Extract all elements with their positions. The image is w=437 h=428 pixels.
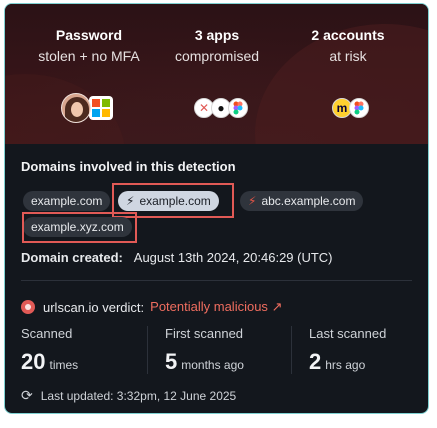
figma-icon	[349, 98, 369, 118]
domain-chip-label: example.com	[31, 194, 103, 208]
stat-accounts: 2 accounts at risk	[278, 26, 418, 66]
last-updated-text: Last updated: 3:32pm, 12 June 2025	[40, 388, 237, 403]
figma-icon	[228, 98, 248, 118]
first-scanned-unit: months ago	[181, 358, 244, 372]
domain-created: Domain created: August 13th 2024, 20:46:…	[21, 250, 333, 265]
scanned-label: Scanned	[21, 326, 73, 341]
domain-chip-label: example.com	[139, 194, 211, 208]
stat-title: 3 apps	[194, 27, 240, 43]
lightning-icon: ⚡	[126, 194, 135, 208]
domain-created-value: August 13th 2024, 20:46:29 (UTC)	[133, 250, 333, 265]
domain-chip-label: abc.example.com	[261, 194, 356, 208]
verdict-link[interactable]: Potentially malicious ↗	[150, 299, 282, 315]
detection-card: Password stolen + no MFA 3 apps compromi…	[4, 3, 429, 414]
last-scanned: Last scanned 2 hrs ago	[309, 326, 386, 375]
first-scanned: First scanned 5 months ago	[165, 326, 244, 375]
scanned-count: Scanned 20 times	[21, 326, 78, 375]
domain-created-label: Domain created:	[21, 250, 123, 265]
last-scanned-unit: hrs ago	[325, 358, 366, 372]
domain-chip-label: example.xyz.com	[31, 220, 124, 234]
first-scanned-label: First scanned	[165, 326, 244, 341]
domain-chip[interactable]: ⚡ abc.example.com	[240, 191, 364, 211]
domain-chip[interactable]: example.xyz.com	[23, 217, 132, 237]
stat-title: 2 accounts	[311, 27, 385, 43]
domain-chip-selected[interactable]: ⚡ example.com	[118, 191, 219, 211]
stat-title: Password	[55, 27, 123, 43]
stat-subtitle: compromised	[174, 48, 260, 64]
scanned-unit: times	[49, 358, 79, 372]
last-scanned-value: 2	[309, 349, 322, 374]
password-icons	[61, 92, 113, 124]
urlscan-verdict: urlscan.io verdict: Potentially maliciou…	[21, 299, 282, 315]
divider	[147, 326, 148, 374]
last-scanned-label: Last scanned	[309, 326, 387, 341]
divider	[291, 326, 292, 374]
urlscan-icon	[21, 300, 35, 314]
external-link-icon: ↗	[271, 299, 283, 314]
lightning-icon: ⚡	[248, 194, 257, 208]
domain-chip[interactable]: example.com	[23, 191, 111, 211]
scanned-value: 20	[21, 349, 46, 374]
apps-icons: ✕ ●	[194, 92, 248, 124]
divider	[21, 280, 412, 281]
stat-apps: 3 apps compromised	[147, 26, 287, 66]
first-scanned-value: 5	[165, 349, 178, 374]
urlscan-label: urlscan.io verdict:	[43, 299, 145, 315]
stat-subtitle: stolen + no MFA	[38, 48, 140, 64]
microsoft-icon	[89, 96, 113, 120]
stat-password: Password stolen + no MFA	[19, 26, 159, 66]
summary-section: Password stolen + no MFA 3 apps compromi…	[5, 4, 428, 144]
domains-title: Domains involved in this detection	[21, 159, 236, 174]
refresh-icon[interactable]: ⟳	[21, 387, 33, 404]
last-updated: ⟳ Last updated: 3:32pm, 12 June 2025	[21, 387, 236, 404]
stat-subtitle: at risk	[329, 48, 367, 64]
verdict-text: Potentially malicious	[150, 299, 268, 314]
user-avatar-icon[interactable]	[61, 93, 91, 123]
accounts-icons: m	[332, 92, 369, 124]
